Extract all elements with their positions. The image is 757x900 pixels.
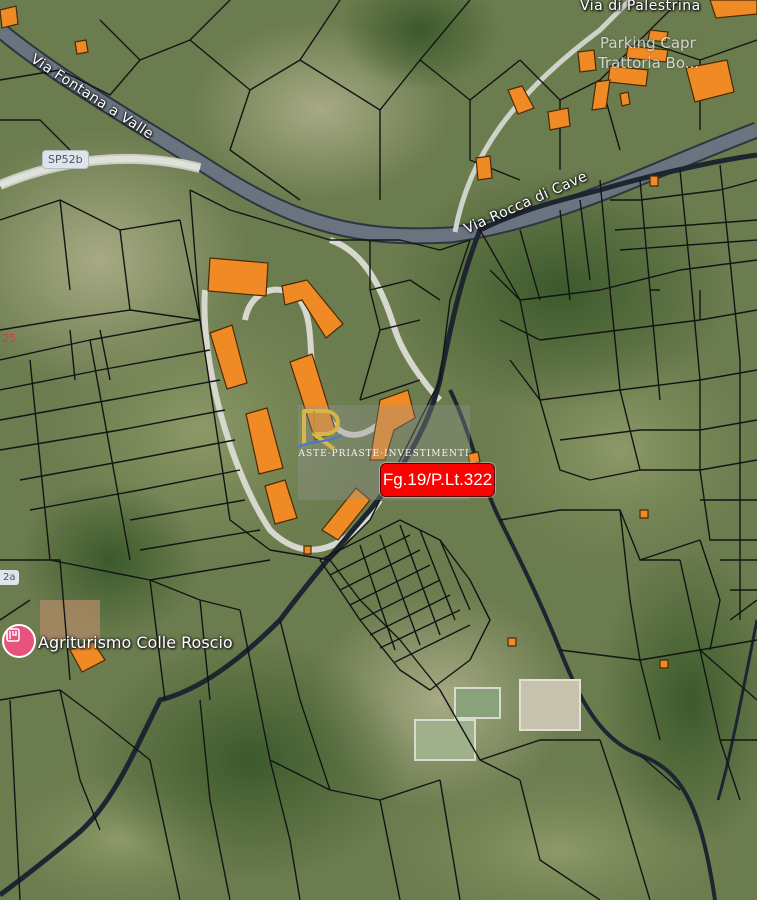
logo-icon	[298, 409, 343, 451]
road-shield-sp52b: SP52b	[42, 150, 89, 169]
road-label-via-di-palestrina: Via di Palestrina	[580, 0, 701, 14]
poi-label-agriturismo[interactable]: Agriturismo Colle Roscio	[38, 633, 233, 652]
parcel-highlight-label[interactable]: Fg.19/P.Lt.322	[380, 463, 495, 497]
road-shield-edge: 2a	[0, 570, 19, 585]
trattoria-label: Trattoria Bo...	[598, 54, 700, 72]
cadastral-map[interactable]: Via di Palestrina Via Fontana a Valle Vi…	[0, 0, 757, 900]
restaurant-icon	[6, 628, 20, 642]
edge-number: 25	[2, 332, 16, 345]
poi-marker[interactable]	[2, 624, 36, 658]
parking-label: Parking Capr	[600, 34, 696, 52]
